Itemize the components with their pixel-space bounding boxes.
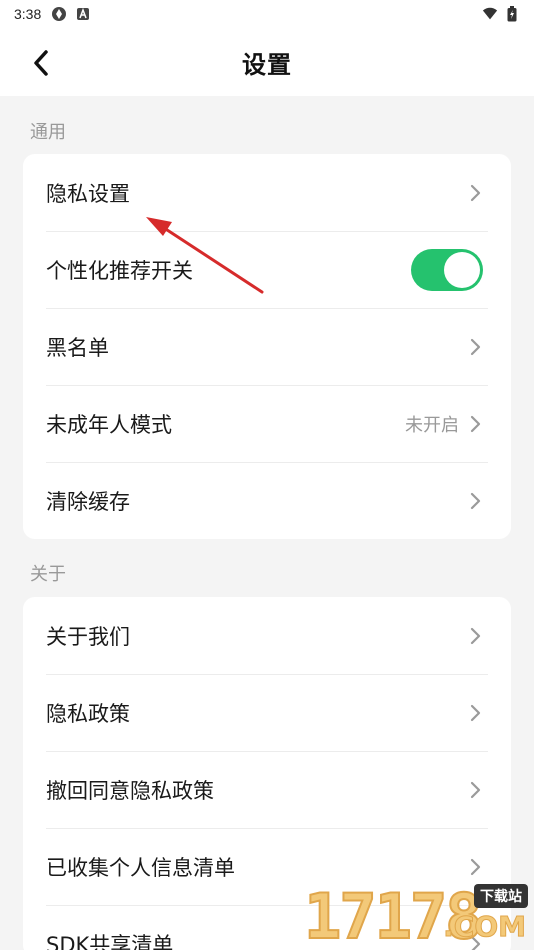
status-icons-right — [482, 6, 520, 22]
status-bar: 3:38 — [0, 0, 534, 28]
app-icon-2 — [75, 6, 91, 22]
row-label: 已收集个人信息清单 — [46, 855, 235, 880]
about-us-row[interactable]: 关于我们 — [23, 597, 511, 674]
personalized-recommend-row: 个性化推荐开关 — [23, 231, 511, 308]
minor-mode-status: 未开启 — [405, 414, 459, 436]
clear-cache-row[interactable]: 清除缓存 — [23, 462, 511, 539]
privacy-policy-row[interactable]: 隐私政策 — [23, 674, 511, 751]
row-label: 撤回同意隐私政策 — [46, 778, 214, 803]
page-title: 设置 — [242, 50, 292, 79]
row-label: 隐私设置 — [46, 181, 130, 206]
revoke-privacy-consent-row[interactable]: 撤回同意隐私政策 — [23, 751, 511, 828]
minor-mode-row[interactable]: 未成年人模式 未开启 — [23, 385, 511, 462]
chevron-right-icon — [470, 781, 481, 798]
row-label: 清除缓存 — [46, 489, 130, 514]
row-label: 关于我们 — [46, 624, 130, 649]
privacy-settings-row[interactable]: 隐私设置 — [23, 154, 511, 231]
row-label: SDK共享清单 — [46, 932, 174, 950]
toggle-knob — [444, 251, 480, 288]
chevron-right-icon — [470, 858, 481, 875]
title-bar: 设置 — [0, 28, 534, 96]
personalized-recommend-toggle[interactable] — [411, 248, 483, 291]
row-label: 隐私政策 — [46, 701, 130, 726]
watermark-logo: 17178 下载站 .COM — [303, 880, 534, 950]
status-icons-left — [51, 6, 91, 22]
app-icon-1 — [51, 6, 67, 22]
wifi-icon — [482, 6, 498, 22]
row-label: 黑名单 — [46, 335, 109, 360]
status-time: 3:38 — [14, 6, 42, 22]
back-arrow-icon — [34, 50, 48, 76]
chevron-right-icon — [470, 492, 481, 509]
chevron-right-icon — [470, 338, 481, 355]
section-label-general: 通用 — [30, 122, 66, 143]
general-settings-card: 隐私设置 个性化推荐开关 黑名单 未成年人模式 未开启 清除缓存 — [23, 154, 511, 539]
blacklist-row[interactable]: 黑名单 — [23, 308, 511, 385]
section-label-about: 关于 — [30, 564, 66, 585]
row-label: 未成年人模式 — [46, 412, 172, 437]
chevron-right-icon — [470, 704, 481, 721]
watermark-tag: 下载站 — [474, 884, 528, 908]
battery-icon — [504, 6, 520, 22]
chevron-right-icon — [470, 415, 481, 432]
row-label: 个性化推荐开关 — [46, 258, 193, 283]
chevron-right-icon — [470, 627, 481, 644]
watermark-suffix: .COM — [443, 910, 527, 944]
chevron-right-icon — [470, 184, 481, 201]
back-button[interactable] — [24, 46, 58, 80]
